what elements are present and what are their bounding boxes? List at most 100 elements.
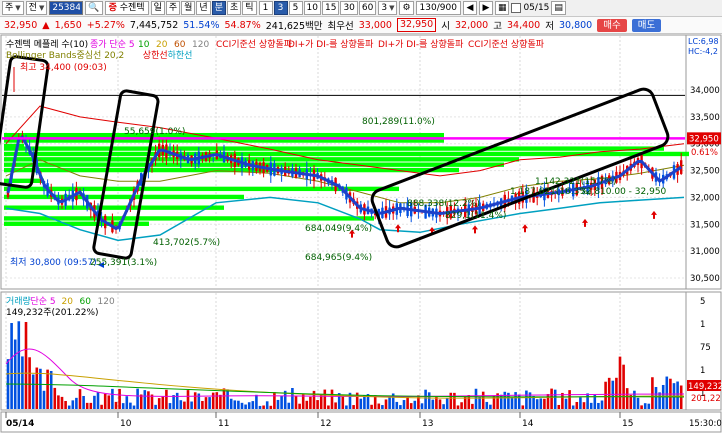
chevron-down-icon: ▼	[389, 4, 395, 12]
prev-button[interactable]: ◀	[462, 1, 477, 15]
volume-bar	[125, 396, 129, 409]
period-button-월[interactable]: 월	[181, 1, 196, 15]
volume-bar	[485, 401, 489, 409]
period-button-group: 일주월년분초틱	[150, 1, 257, 15]
market-select[interactable]: 주 ▼	[2, 1, 24, 15]
volume-bar	[258, 405, 262, 409]
interval-button-15[interactable]: 15	[321, 1, 340, 15]
volume-bar	[309, 396, 312, 409]
volume-bar	[676, 381, 679, 409]
volume-bar	[568, 390, 571, 409]
volume-bar	[179, 400, 183, 409]
interval-button-5[interactable]: 5	[288, 1, 303, 15]
volume-bar	[525, 390, 528, 409]
volume-bar	[636, 397, 640, 409]
volume-bar	[341, 395, 345, 409]
period-button-틱[interactable]: 틱	[242, 1, 257, 15]
volume-bar	[161, 396, 165, 409]
volume-bar	[471, 403, 474, 409]
interval-button-1[interactable]: 1	[258, 1, 273, 15]
interval-button-3[interactable]: 3	[273, 1, 288, 15]
volume-bar	[233, 400, 237, 409]
volume-bar	[604, 381, 607, 409]
buy-button[interactable]: 매수	[597, 18, 627, 32]
volume-bar	[17, 321, 21, 409]
stock-code-input[interactable]	[49, 1, 84, 15]
stock-chart-svg[interactable]: 최고 34,400 (09:03) 최저 30,800 (09:57) 801,2…	[0, 34, 722, 433]
volume-bar	[388, 397, 391, 409]
volume-profile-label: 55,659(1.0%)	[124, 127, 185, 137]
grid-toggle-button[interactable]: ▦	[494, 1, 510, 15]
volume-bar	[618, 356, 622, 409]
scope-select[interactable]: 전 ▼	[25, 1, 48, 15]
price-legend-item: 20	[156, 40, 168, 50]
period-button-초[interactable]: 초	[226, 1, 242, 15]
volume-bar	[564, 398, 568, 409]
calendar-button[interactable]: ▤	[551, 1, 566, 15]
volume-bar	[85, 402, 89, 409]
interval-button-10[interactable]: 10	[303, 1, 321, 15]
volume-bar	[291, 388, 294, 409]
volume-bar	[240, 402, 244, 409]
price-tick-label: 34,000	[690, 86, 720, 96]
volume-bar	[31, 374, 35, 409]
interval-select-value: 3	[381, 3, 388, 13]
period-button-주[interactable]: 주	[165, 1, 181, 15]
trade-volume: 7,445,752	[129, 19, 179, 31]
x-axis-frame	[0, 411, 722, 433]
chart-area[interactable]: 최고 34,400 (09:03) 최저 30,800 (09:57) 801,2…	[0, 34, 722, 433]
volume-bar	[478, 396, 481, 409]
period-button-분[interactable]: 분	[211, 1, 226, 15]
volume-bar	[571, 405, 575, 409]
search-button[interactable]: 🔍	[85, 1, 103, 15]
date-field[interactable]: 05/15	[523, 3, 549, 13]
volume-bar	[521, 405, 525, 409]
volume-bar	[190, 401, 193, 409]
time-tick-label: 11	[218, 419, 229, 429]
period-button-년[interactable]: 년	[196, 1, 211, 15]
volume-bar	[208, 397, 211, 409]
volume-legend-item: 20	[62, 297, 74, 307]
period-button-일[interactable]: 일	[150, 1, 165, 15]
sell-button[interactable]: 매도	[631, 18, 662, 32]
volume-bar	[413, 400, 417, 409]
volume-bar	[49, 370, 53, 409]
current-pct-tag: 0.61%	[691, 148, 718, 158]
interval-button-60[interactable]: 60	[358, 1, 377, 15]
volume-profile-label: 684,965(9.4%)	[305, 253, 372, 263]
volume-bar	[100, 404, 103, 409]
best-quote-label: 최우선	[327, 21, 354, 32]
volume-bar	[118, 388, 121, 409]
volume-bar	[442, 404, 445, 409]
volume-bar	[323, 389, 327, 409]
stock-mark-badge: 증	[108, 3, 117, 13]
volume-bar	[651, 377, 654, 409]
stock-name-field[interactable]: 증 수젠텍	[104, 1, 149, 15]
price-tick-label: 33,500	[690, 113, 720, 123]
volume-profile-label: 413,702(5.7%)	[153, 238, 220, 248]
volume-profile-bar	[4, 205, 224, 210]
best-bid: 32,950	[396, 18, 437, 32]
volume-bar	[53, 387, 57, 409]
volume-bar	[633, 390, 636, 409]
next-button[interactable]: ▶	[478, 1, 493, 15]
volume-bar	[622, 364, 625, 409]
volume-current-pct: 201,22	[691, 394, 721, 404]
volume-bar	[435, 396, 438, 409]
volume-bar	[13, 339, 17, 409]
volume-bar	[244, 404, 247, 409]
open-label: 시	[441, 21, 450, 32]
data-count-field[interactable]: 130/900	[415, 1, 461, 15]
volume-bar	[586, 393, 589, 409]
interval-button-30[interactable]: 30	[340, 1, 358, 15]
settings-button[interactable]: ⚙	[399, 1, 414, 15]
interval-select[interactable]: 3 ▼	[378, 1, 398, 15]
volume-legend-item: 거래량	[6, 295, 31, 307]
volume-panel-frame	[0, 291, 687, 411]
date-checkbox[interactable]	[511, 3, 522, 13]
low-price: 30,800	[558, 19, 593, 31]
volume-bar	[82, 395, 85, 409]
volume-bar	[204, 397, 208, 409]
volume-bar	[550, 388, 553, 409]
volume-bar	[327, 405, 330, 409]
